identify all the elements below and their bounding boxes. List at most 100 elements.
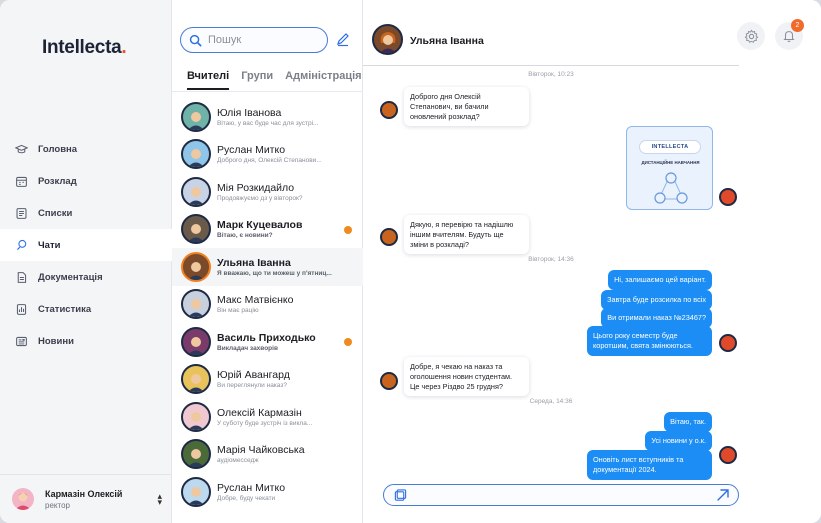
document-icon	[14, 270, 28, 284]
avatar	[181, 326, 211, 357]
avatar	[181, 364, 211, 395]
graduation-cap-icon	[14, 142, 28, 156]
contact-item[interactable]: Марк Куцевалов Вітаю, є новини?	[172, 211, 363, 249]
avatar	[12, 488, 34, 510]
message-outgoing: Завтра буде розсилка по всіх	[601, 290, 712, 310]
message-outgoing: Цього року семестр буде коротшим, свята …	[587, 326, 712, 356]
card-caption: ДИСТАНЦІЙНЕ НАВЧАННЯ	[641, 160, 700, 165]
nav-label: Головна	[38, 143, 78, 155]
attachment-card[interactable]: INTELLECTA ДИСТАНЦІЙНЕ НАВЧАННЯ	[626, 126, 713, 210]
contact-preview: Добре, буду чекати	[217, 494, 276, 502]
nav-item-news[interactable]: Новини	[0, 325, 172, 357]
contact-preview: Ви переглянули наказ?	[217, 382, 287, 390]
contact-preview: Продовжуємо дз у вівторок?	[217, 194, 303, 202]
message-incoming: Доброго дня Олексій Степанович, ви бачил…	[404, 87, 529, 127]
chat-header: Ульяна Іванна	[363, 0, 739, 66]
sender-avatar	[380, 228, 398, 246]
compose-icon[interactable]	[335, 31, 351, 47]
unread-dot	[344, 338, 352, 346]
contact-item[interactable]: Руслан Митко Доброго дня, Олексій Степано…	[172, 136, 363, 174]
chat-avatar[interactable]	[372, 24, 403, 55]
avatar	[181, 214, 211, 245]
chat-panel: Ульяна Іванна 2 Вівторок, 10:23 Доброго …	[363, 0, 821, 523]
message-incoming: Дякую, я перевірю та надішлю іншим вчите…	[404, 215, 529, 255]
contact-preview: аудіомесседж	[217, 457, 259, 465]
nav-label: Розклад	[38, 175, 77, 187]
contact-name: Юлія Іванова	[217, 106, 282, 119]
contact-preview: Вітаю, у вас буде час для зустрі...	[217, 119, 319, 127]
contact-preview: Викладач захворів	[217, 344, 278, 352]
contact-tabs: Вчителі Групи Адміністрація	[187, 70, 362, 90]
user-name: Кармазін Олексій	[45, 488, 123, 499]
contact-name: Марк Куцевалов	[217, 219, 303, 232]
contact-item[interactable]: Марія Чайковська аудіомесседж	[172, 436, 363, 474]
nav-item-chats[interactable]: Чати	[0, 229, 172, 261]
sender-avatar	[380, 101, 398, 119]
contact-name: Руслан Митко	[217, 481, 286, 494]
nav-item-documentation[interactable]: Документація	[0, 261, 172, 293]
divider	[172, 91, 363, 92]
tab-groups[interactable]: Групи	[241, 70, 273, 90]
user-profile[interactable]: Кармазін Олексій ректор ▴ ▾	[0, 474, 172, 523]
contact-item[interactable]: Руслан Митко Добре, буду чекати	[172, 473, 363, 511]
avatar	[181, 139, 211, 170]
contact-name: Олексій Кармазін	[217, 406, 302, 419]
user-role: ректор	[45, 500, 70, 510]
list-icon	[14, 206, 28, 220]
avatar	[181, 251, 211, 282]
nav-label: Чати	[38, 239, 61, 251]
contact-name: Василь Приходько	[217, 331, 316, 344]
search-input[interactable]	[208, 34, 318, 46]
calendar-icon	[14, 174, 28, 188]
contact-item[interactable]: Юрій Авангард Ви переглянули наказ?	[172, 361, 363, 399]
contact-name: Макс Матвієнко	[217, 294, 294, 307]
message-composer[interactable]	[383, 484, 739, 506]
search-icon	[189, 34, 202, 46]
contact-item[interactable]: Ульяна Іванна Я вважаю, що ти можеш у п'я…	[172, 248, 363, 286]
message-incoming: Добре, я чекаю на наказ та оголошення но…	[404, 357, 529, 397]
avatar	[181, 476, 211, 507]
message-input[interactable]	[414, 488, 704, 502]
my-avatar	[719, 446, 737, 464]
nav-label: Списки	[38, 207, 73, 219]
sender-avatar	[380, 372, 398, 390]
settings-button[interactable]	[737, 22, 765, 50]
app-window: Intellecta. Головна Розклад Списки Чати …	[0, 0, 821, 523]
message-outgoing: Вітаю, так.	[664, 412, 712, 432]
tab-administration[interactable]: Адміністрація	[285, 70, 361, 90]
nav-item-statistics[interactable]: Статистика	[0, 293, 172, 325]
chat-icon	[14, 238, 28, 252]
nav-label: Статистика	[38, 303, 92, 315]
avatar	[181, 176, 211, 207]
tab-teachers[interactable]: Вчителі	[187, 70, 230, 90]
main-nav: Головна Розклад Списки Чати Документація…	[0, 133, 172, 357]
nav-item-home[interactable]: Головна	[0, 133, 172, 165]
timestamp: Вівторок, 10:23	[528, 71, 574, 78]
unread-dot	[344, 225, 352, 234]
gear-icon	[744, 29, 758, 43]
chat-title: Ульяна Іванна	[410, 35, 484, 47]
contact-name: Руслан Митко	[217, 144, 286, 157]
contact-item[interactable]: Василь Приходько Викладач захворів	[172, 323, 363, 361]
contact-preview: Він має рацію	[217, 307, 259, 315]
contact-item[interactable]: Мія Розкидайло Продовжуємо дз у вівторок?	[172, 173, 363, 211]
my-avatar	[719, 188, 737, 206]
my-avatar	[719, 334, 737, 352]
chevron-updown-icon[interactable]: ▴ ▾	[157, 492, 162, 507]
nav-item-schedule[interactable]: Розклад	[0, 165, 172, 197]
send-icon[interactable]	[716, 488, 730, 502]
nav-item-lists[interactable]: Списки	[0, 197, 172, 229]
contact-name: Марія Чайковська	[217, 444, 305, 457]
statistics-icon	[14, 302, 28, 316]
contact-list: Юлія Іванова Вітаю, у вас буде час для зу…	[172, 98, 363, 511]
contact-item[interactable]: Макс Матвієнко Він має рацію	[172, 286, 363, 324]
search-box[interactable]	[180, 27, 328, 53]
message-outgoing: Ви отримали наказ №23467?	[601, 308, 712, 328]
brand-logo[interactable]: Intellecta.	[42, 37, 127, 59]
message-outgoing: Оновіть лист вступників та документації …	[587, 450, 712, 480]
contact-item[interactable]: Юлія Іванова Вітаю, у вас буде час для зу…	[172, 98, 363, 136]
attach-icon[interactable]	[394, 489, 407, 502]
contact-preview: Я вважаю, що ти можеш у п'ятниц...	[217, 269, 332, 277]
contact-item[interactable]: Олексій Кармазін У суботу буде зустріч із…	[172, 398, 363, 436]
contact-name: Ульяна Іванна	[217, 256, 291, 269]
